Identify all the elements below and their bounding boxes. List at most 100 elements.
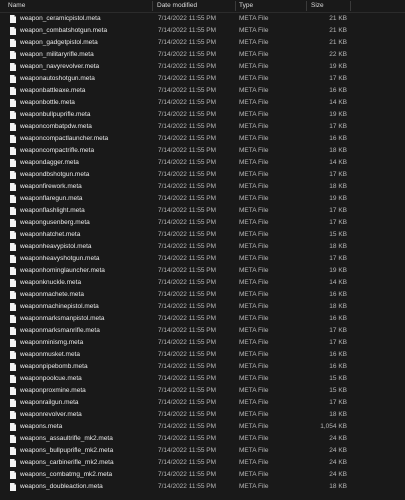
file-type: META File [239, 135, 269, 142]
file-row[interactable]: weaponflashlight.meta 7/14/2022 11:55 PM M… [0, 205, 405, 217]
file-row[interactable]: weaponmachinepistol.meta 7/14/2022 11:55 … [0, 301, 405, 313]
file-row[interactable]: weaponfirework.meta 7/14/2022 11:55 PM MET… [0, 181, 405, 193]
column-divider[interactable] [235, 1, 236, 11]
file-date-modified: 7/14/2022 11:55 PM [158, 411, 217, 418]
file-row[interactable]: weaponbattleaxe.meta 7/14/2022 11:55 PM ME… [0, 85, 405, 97]
file-type: META File [239, 471, 269, 478]
file-type: META File [239, 351, 269, 358]
file-row[interactable]: weapons_combatmg_mk2.meta 7/14/2022 11:55… [0, 469, 405, 481]
file-date-modified: 7/14/2022 11:55 PM [158, 75, 217, 82]
file-size: 15 KB [329, 387, 347, 394]
file-row[interactable]: weaponcombatpdw.meta 7/14/2022 11:55 PM ME… [0, 121, 405, 133]
file-type: META File [239, 327, 269, 334]
file-row[interactable]: weaponmachete.meta 7/14/2022 11:55 PM META… [0, 289, 405, 301]
file-row[interactable]: weaponpipebomb.meta 7/14/2022 11:55 PM MET… [0, 361, 405, 373]
file-row[interactable]: weaponmarksmanrifle.meta 7/14/2022 11:55 … [0, 325, 405, 337]
file-date-modified: 7/14/2022 11:55 PM [158, 447, 217, 454]
file-name: weaponflaregun.meta [20, 195, 83, 202]
column-divider[interactable] [350, 1, 351, 11]
file-row[interactable]: weaponbullpuprifle.meta 7/14/2022 11:55 P… [0, 109, 405, 121]
file-row[interactable]: weapons_bullpuprifle_mk2.meta 7/14/2022 1… [0, 445, 405, 457]
column-header-date-modified[interactable]: Date modified [157, 0, 197, 12]
file-row[interactable]: weapons_assaultrifle_mk2.meta 7/14/2022 1… [0, 433, 405, 445]
file-name: weapondbshotgun.meta [20, 171, 90, 178]
column-header-name[interactable]: Name [8, 0, 25, 12]
file-type: META File [239, 207, 269, 214]
file-icon [10, 399, 16, 407]
file-row[interactable]: weapondagger.meta 7/14/2022 11:55 PM META … [0, 157, 405, 169]
file-row[interactable]: weaponmusket.meta 7/14/2022 11:55 PM META … [0, 349, 405, 361]
file-date-modified: 7/14/2022 11:55 PM [158, 135, 217, 142]
file-name: weapons_doubleaction.meta [20, 483, 103, 490]
file-type: META File [239, 303, 269, 310]
file-row[interactable]: weaponflaregun.meta 7/14/2022 11:55 PM MET… [0, 193, 405, 205]
file-row[interactable]: weapondbshotgun.meta 7/14/2022 11:55 PM ME… [0, 169, 405, 181]
file-row[interactable]: weapons_carbinerifle_mk2.meta 7/14/2022 1… [0, 457, 405, 469]
file-name: weaponheavyshotgun.meta [20, 255, 100, 262]
file-date-modified: 7/14/2022 11:55 PM [158, 387, 217, 394]
file-name: weaponcompactrifle.meta [20, 147, 95, 154]
file-name: weapondagger.meta [20, 159, 79, 166]
file-icon [10, 99, 16, 107]
column-divider[interactable] [306, 1, 307, 11]
file-row[interactable]: weapon_navyrevolver.meta 7/14/2022 11:55 … [0, 61, 405, 73]
file-type: META File [239, 147, 269, 154]
file-row[interactable]: weaponautoshotgun.meta 7/14/2022 11:55 PM… [0, 73, 405, 85]
file-size: 24 KB [329, 447, 347, 454]
file-date-modified: 7/14/2022 11:55 PM [158, 159, 217, 166]
file-row[interactable]: weaponcompactlauncher.meta 7/14/2022 11:5… [0, 133, 405, 145]
file-icon [10, 459, 16, 467]
file-row[interactable]: weaponmarksmanpistol.meta 7/14/2022 11:55… [0, 313, 405, 325]
file-date-modified: 7/14/2022 11:55 PM [158, 339, 217, 346]
file-row[interactable]: weapons.meta 7/14/2022 11:55 PM META File 1… [0, 421, 405, 433]
file-row[interactable]: weaponheavypistol.meta 7/14/2022 11:55 PM… [0, 241, 405, 253]
column-divider[interactable] [152, 1, 153, 11]
file-icon [10, 339, 16, 347]
file-row[interactable]: weaponheavyshotgun.meta 7/14/2022 11:55 P… [0, 253, 405, 265]
file-name: weaponbullpuprifle.meta [20, 111, 91, 118]
file-icon [10, 471, 16, 479]
file-type: META File [239, 315, 269, 322]
file-name: weaponfirework.meta [20, 183, 82, 190]
file-row[interactable]: weaponproxmine.meta 7/14/2022 11:55 PM MET… [0, 385, 405, 397]
file-row[interactable]: weapongusenberg.meta 7/14/2022 11:55 PM ME… [0, 217, 405, 229]
file-size: 24 KB [329, 471, 347, 478]
file-row[interactable]: weaponrevolver.meta 7/14/2022 11:55 PM MET… [0, 409, 405, 421]
file-row[interactable]: weaponhatchet.meta 7/14/2022 11:55 PM META… [0, 229, 405, 241]
file-size: 21 KB [329, 39, 347, 46]
file-row[interactable]: weapon_gadgetpistol.meta 7/14/2022 11:55 … [0, 37, 405, 49]
file-row[interactable]: weaponknuckle.meta 7/14/2022 11:55 PM META… [0, 277, 405, 289]
file-icon [10, 63, 16, 71]
file-date-modified: 7/14/2022 11:55 PM [158, 363, 217, 370]
file-size: 17 KB [329, 171, 347, 178]
file-row[interactable]: weaponbottle.meta 7/14/2022 11:55 PM META … [0, 97, 405, 109]
file-date-modified: 7/14/2022 11:55 PM [158, 183, 217, 190]
file-date-modified: 7/14/2022 11:55 PM [158, 423, 217, 430]
file-name: weaponrevolver.meta [20, 411, 82, 418]
file-type: META File [239, 339, 269, 346]
file-row[interactable]: weaponhominglauncher.meta 7/14/2022 11:55… [0, 265, 405, 277]
file-name: weapon_militaryrifle.meta [20, 51, 94, 58]
column-header-bar: Name Date modified Type Size [0, 0, 405, 13]
file-date-modified: 7/14/2022 11:55 PM [158, 27, 217, 34]
file-type: META File [239, 39, 269, 46]
file-icon [10, 171, 16, 179]
file-row[interactable]: weapon_ceramicpistol.meta 7/14/2022 11:55… [0, 13, 405, 25]
file-row[interactable]: weaponminismg.meta 7/14/2022 11:55 PM META… [0, 337, 405, 349]
file-date-modified: 7/14/2022 11:55 PM [158, 87, 217, 94]
file-size: 16 KB [329, 87, 347, 94]
file-icon [10, 15, 16, 23]
column-header-size[interactable]: Size [311, 0, 324, 12]
column-header-type[interactable]: Type [239, 0, 253, 12]
file-icon [10, 279, 16, 287]
file-row[interactable]: weaponpoolcue.meta 7/14/2022 11:55 PM META… [0, 373, 405, 385]
file-row[interactable]: weapon_militaryrifle.meta 7/14/2022 11:55… [0, 49, 405, 61]
file-type: META File [239, 435, 269, 442]
file-date-modified: 7/14/2022 11:55 PM [158, 207, 217, 214]
file-icon [10, 219, 16, 227]
file-row[interactable]: weaponrailgun.meta 7/14/2022 11:55 PM META… [0, 397, 405, 409]
file-row[interactable]: weapons_doubleaction.meta 7/14/2022 11:55… [0, 481, 405, 493]
file-row[interactable]: weapon_combatshotgun.meta 7/14/2022 11:55… [0, 25, 405, 37]
file-name: weaponmachinepistol.meta [20, 303, 99, 310]
file-row[interactable]: weaponcompactrifle.meta 7/14/2022 11:55 P… [0, 145, 405, 157]
